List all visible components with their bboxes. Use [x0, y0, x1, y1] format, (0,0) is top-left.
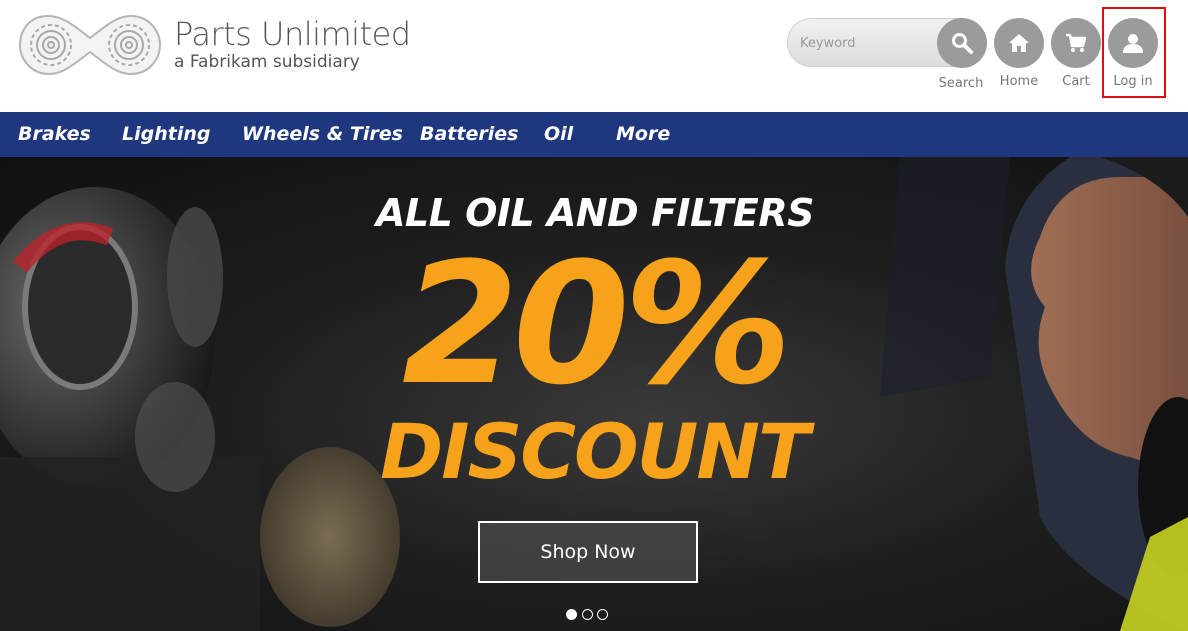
- cart-button[interactable]: [1051, 18, 1101, 68]
- search-icon: [952, 33, 973, 54]
- carousel-dot-3[interactable]: [597, 609, 608, 620]
- brand-name[interactable]: Parts Unlimited: [174, 14, 411, 54]
- site-header: Parts Unlimited a Fabrikam subsidiary Se…: [0, 0, 1188, 112]
- search-input[interactable]: [800, 31, 930, 55]
- category-nav: Brakes Lighting Wheels & Tires Batteries…: [0, 112, 1188, 157]
- carousel-dot-1[interactable]: [566, 609, 577, 620]
- promo-percent: 20%: [401, 226, 792, 422]
- hero-banner: ALL OIL AND FILTERS 20% DISCOUNT Shop No…: [0, 157, 1188, 631]
- nav-item-brakes[interactable]: Brakes: [18, 112, 91, 157]
- home-icon: [1009, 34, 1029, 52]
- brand: Parts Unlimited a Fabrikam subsidiary: [174, 14, 411, 72]
- home-button[interactable]: [994, 18, 1044, 68]
- nav-item-wheels-tires[interactable]: Wheels & Tires: [242, 112, 403, 157]
- login-highlight-box: [1102, 7, 1166, 98]
- cart-label[interactable]: Cart: [1046, 74, 1106, 89]
- nav-item-lighting[interactable]: Lighting: [122, 112, 210, 157]
- shop-now-button[interactable]: Shop Now: [478, 521, 698, 583]
- nav-item-oil[interactable]: Oil: [544, 112, 573, 157]
- brand-subtitle: a Fabrikam subsidiary: [174, 52, 360, 72]
- search-label: Search: [938, 76, 984, 91]
- search-button[interactable]: [937, 18, 987, 68]
- gears-logo-icon[interactable]: [18, 12, 162, 78]
- nav-item-batteries[interactable]: Batteries: [420, 112, 518, 157]
- carousel-dot-2[interactable]: [582, 609, 593, 620]
- promo-discount: DISCOUNT: [380, 407, 810, 496]
- cart-icon: [1066, 33, 1087, 52]
- nav-item-more[interactable]: More: [616, 112, 670, 157]
- home-label[interactable]: Home: [989, 74, 1049, 89]
